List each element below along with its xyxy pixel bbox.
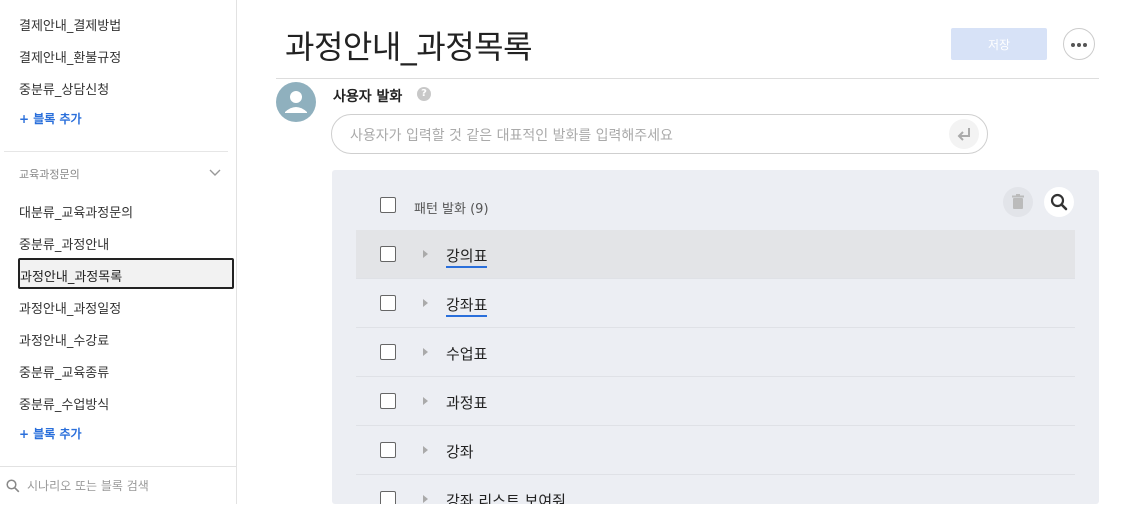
sidebar-item-consult-request[interactable]: 중분류_상담신청: [19, 79, 109, 98]
user-utterance-label: 사용자 발화: [333, 89, 403, 105]
delete-button[interactable]: [1003, 187, 1033, 217]
sidebar-group-title[interactable]: 교육과정문의: [19, 166, 80, 182]
row-checkbox[interactable]: [380, 246, 396, 262]
pattern-row[interactable]: 강좌표: [356, 279, 1075, 328]
sidebar-item-tuition[interactable]: 과정안내_수강료: [19, 330, 109, 349]
row-checkbox[interactable]: [380, 491, 396, 504]
utterance-input-box[interactable]: [331, 114, 988, 154]
pattern-text[interactable]: 수업표: [446, 343, 487, 364]
add-block-button[interactable]: + 블록 추가: [19, 110, 82, 127]
sidebar-item-course-list[interactable]: 과정안내_과정목록: [18, 258, 234, 289]
enter-icon[interactable]: [949, 119, 979, 149]
pattern-text[interactable]: 과정표: [446, 392, 487, 413]
pattern-text[interactable]: 강좌 리스트 보여줘: [446, 490, 566, 504]
select-all-checkbox[interactable]: [380, 197, 396, 213]
header-divider: [276, 78, 1099, 79]
search-icon: [1050, 193, 1068, 211]
sidebar-item-course-guide[interactable]: 중분류_과정안내: [19, 234, 109, 253]
pattern-row[interactable]: 과정표: [356, 377, 1075, 426]
sidebar-search-placeholder[interactable]: 시나리오 또는 블록 검색: [27, 477, 149, 494]
pattern-text[interactable]: 강좌: [446, 441, 474, 462]
row-checkbox[interactable]: [380, 295, 396, 311]
sidebar-item-course-inquiry[interactable]: 대분류_교육과정문의: [19, 202, 133, 221]
utterance-input[interactable]: [348, 124, 942, 148]
row-checkbox[interactable]: [380, 442, 396, 458]
pattern-row[interactable]: 강좌: [356, 426, 1075, 475]
sidebar-item-class-method[interactable]: 중분류_수업방식: [19, 394, 109, 413]
caret-right-icon[interactable]: [423, 446, 428, 454]
trash-icon: [1012, 194, 1024, 209]
sidebar-item-refund-policy[interactable]: 결제안내_환불규정: [19, 47, 121, 66]
row-checkbox[interactable]: [380, 344, 396, 360]
caret-right-icon[interactable]: [423, 495, 428, 503]
chevron-down-icon[interactable]: [209, 169, 221, 177]
sidebar: 결제안내_결제방법 결제안내_환불규정 중분류_상담신청 + 블록 추가 교육과…: [0, 0, 237, 505]
page-title: 과정안내_과정목록: [285, 28, 533, 66]
sidebar-item-payment-method[interactable]: 결제안내_결제방법: [19, 15, 121, 34]
user-avatar-icon: [276, 82, 316, 122]
sidebar-item-label: 과정안내_과정목록: [20, 270, 123, 285]
pattern-text[interactable]: 강의표: [446, 245, 488, 268]
caret-right-icon[interactable]: [423, 299, 428, 307]
pattern-row[interactable]: 수업표: [356, 328, 1075, 377]
caret-right-icon[interactable]: [423, 397, 428, 405]
pattern-row[interactable]: 강의표: [356, 230, 1075, 279]
sidebar-search[interactable]: 시나리오 또는 블록 검색: [0, 466, 236, 505]
save-button[interactable]: 저장: [951, 28, 1047, 60]
pattern-text[interactable]: 강좌표: [446, 294, 488, 317]
sidebar-item-course-schedule[interactable]: 과정안내_과정일정: [19, 298, 121, 317]
help-icon[interactable]: ?: [417, 87, 431, 101]
pattern-utterance-panel: 패턴 발화 (9) 강의표 강좌표 수업표 과정표 강좌 강좌 리스트 보여줘: [332, 170, 1099, 504]
search-icon: [6, 479, 20, 493]
more-options-button[interactable]: [1063, 28, 1095, 60]
caret-right-icon[interactable]: [423, 348, 428, 356]
pattern-row[interactable]: 강좌 리스트 보여줘: [356, 475, 1075, 504]
add-block-button-2[interactable]: + 블록 추가: [19, 425, 82, 442]
pattern-count-label: 패턴 발화 (9): [414, 202, 489, 217]
sidebar-item-education-type[interactable]: 중분류_교육종류: [19, 362, 109, 381]
pattern-search-button[interactable]: [1044, 187, 1074, 217]
sidebar-divider: [4, 151, 228, 152]
row-checkbox[interactable]: [380, 393, 396, 409]
caret-right-icon[interactable]: [423, 250, 428, 258]
